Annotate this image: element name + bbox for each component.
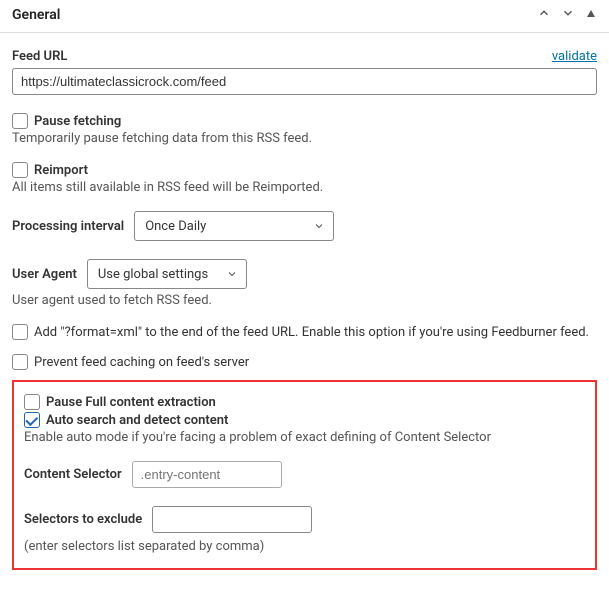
chevron-down-icon	[313, 220, 325, 232]
prevent-caching-row: Prevent feed caching on feed's server	[12, 354, 597, 370]
prevent-caching-label: Prevent feed caching on feed's server	[34, 355, 249, 370]
format-xml-label: Add "?format=xml" to the end of the feed…	[34, 325, 589, 340]
reimport-helper: All items still available in RSS feed wi…	[12, 180, 597, 195]
panel-controls	[537, 6, 597, 24]
content-selector-label: Content Selector	[24, 467, 122, 482]
panel-body: Feed URL validate Pause fetching Tempora…	[0, 33, 609, 590]
user-agent-label: User Agent	[12, 267, 77, 282]
panel-header: General	[0, 0, 609, 33]
user-agent-value: Use global settings	[88, 267, 238, 282]
processing-interval-select[interactable]: Once Daily	[134, 211, 334, 241]
feed-url-header: Feed URL validate	[12, 49, 597, 64]
content-extraction-box: Pause Full content extraction Auto searc…	[12, 380, 597, 570]
auto-search-helper: Enable auto mode if you're facing a prob…	[24, 430, 585, 445]
move-down-icon[interactable]	[561, 6, 575, 24]
reimport-checkbox[interactable]	[12, 162, 28, 178]
selectors-exclude-helper: (enter selectors list separated by comma…	[24, 539, 585, 554]
selectors-exclude-label: Selectors to exclude	[24, 512, 142, 527]
collapse-toggle-icon[interactable]	[585, 7, 597, 23]
pause-full-content-checkbox[interactable]	[24, 394, 40, 410]
reimport-row: Reimport	[12, 162, 597, 178]
user-agent-helper: User agent used to fetch RSS feed.	[12, 293, 597, 308]
panel-title: General	[12, 7, 60, 23]
user-agent-select[interactable]: Use global settings	[87, 259, 247, 289]
pause-fetching-label: Pause fetching	[34, 114, 121, 129]
reimport-label: Reimport	[34, 163, 88, 178]
processing-interval-row: Processing interval Once Daily	[12, 211, 597, 241]
feed-url-label: Feed URL	[12, 49, 67, 64]
selectors-exclude-input[interactable]	[152, 506, 312, 533]
content-selector-row: Content Selector	[24, 461, 585, 488]
content-selector-input[interactable]	[132, 461, 282, 488]
validate-link[interactable]: validate	[552, 49, 597, 64]
pause-fetching-row: Pause fetching	[12, 113, 597, 129]
feed-url-input[interactable]	[12, 68, 597, 95]
format-xml-checkbox[interactable]	[12, 324, 28, 340]
pause-fetching-checkbox[interactable]	[12, 113, 28, 129]
pause-full-content-row: Pause Full content extraction	[24, 394, 585, 410]
auto-search-checkbox[interactable]	[24, 412, 40, 428]
pause-full-content-label: Pause Full content extraction	[46, 395, 216, 410]
prevent-caching-checkbox[interactable]	[12, 354, 28, 370]
format-xml-row: Add "?format=xml" to the end of the feed…	[12, 324, 597, 340]
selectors-exclude-row: Selectors to exclude	[24, 506, 585, 533]
user-agent-row: User Agent Use global settings	[12, 259, 597, 289]
pause-fetching-helper: Temporarily pause fetching data from thi…	[12, 131, 597, 146]
processing-interval-label: Processing interval	[12, 219, 124, 234]
auto-search-row: Auto search and detect content	[24, 412, 585, 428]
auto-search-label: Auto search and detect content	[46, 413, 228, 428]
move-up-icon[interactable]	[537, 6, 551, 24]
processing-interval-value: Once Daily	[135, 219, 236, 234]
